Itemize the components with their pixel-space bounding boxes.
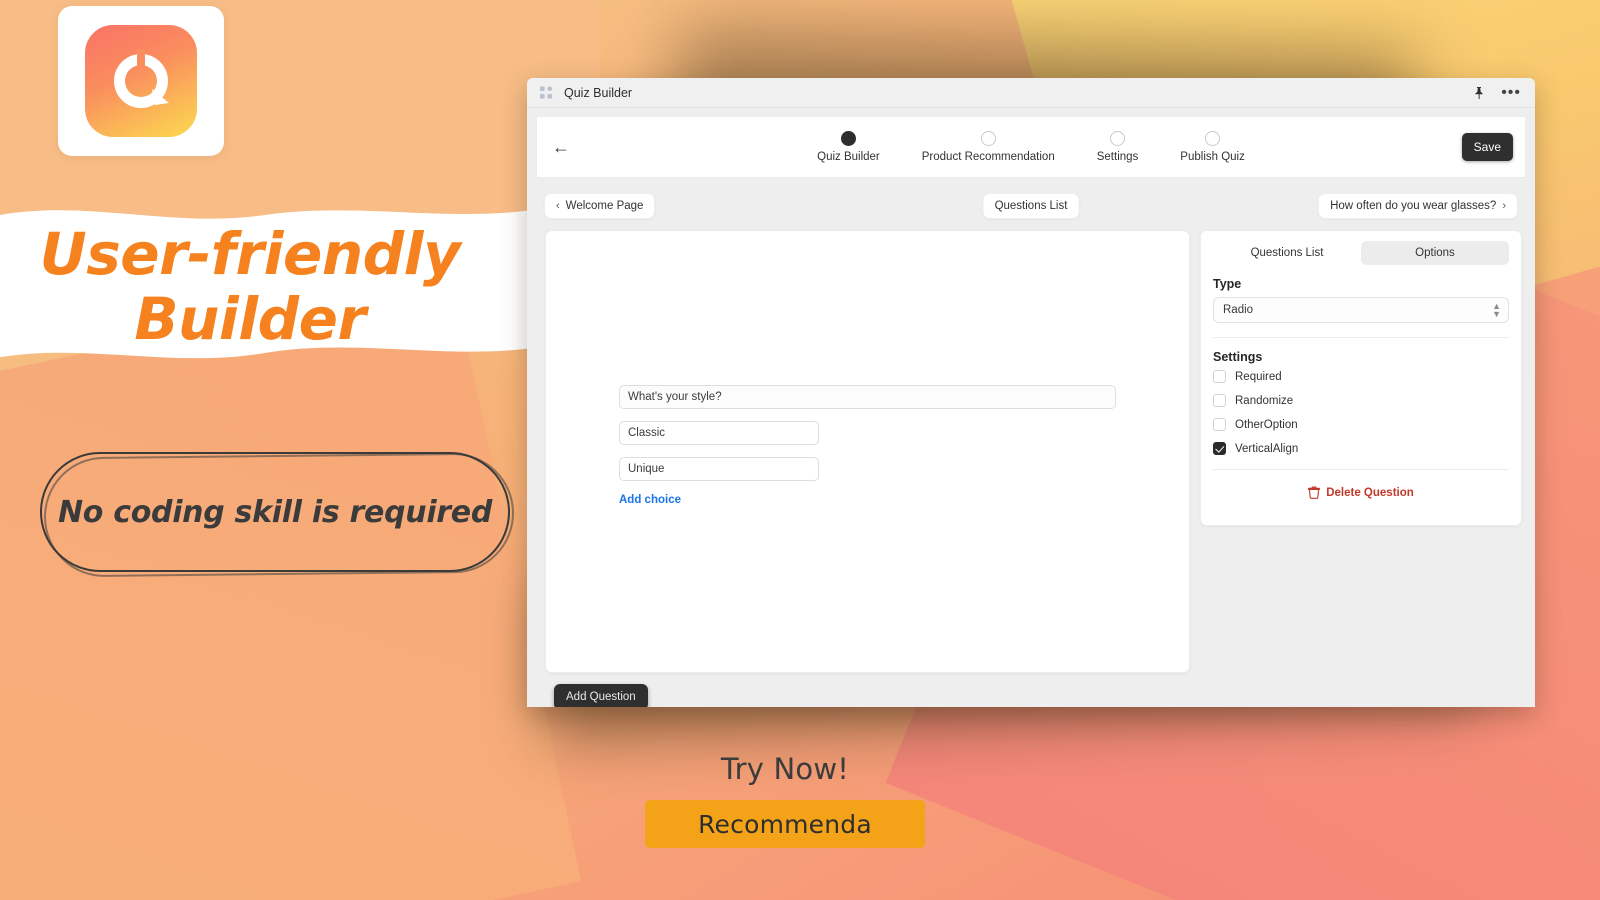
app-body: ← Quiz Builder Product Recommendation Se… (527, 108, 1535, 707)
wizard-step-quiz-builder[interactable]: Quiz Builder (817, 131, 880, 163)
builder-main: Add choice Add Question Questions List O… (536, 226, 1526, 707)
step-label: Quiz Builder (817, 151, 880, 163)
wizard-step-publish-quiz[interactable]: Publish Quiz (1180, 131, 1245, 163)
type-section-label: Type (1213, 277, 1242, 291)
chevron-left-icon: ‹ (556, 200, 560, 212)
settings-section-label: Settings (1213, 350, 1263, 364)
options-panel-tabs: Questions List Options (1213, 241, 1509, 265)
save-button[interactable]: Save (1461, 133, 1513, 161)
delete-question-button[interactable]: Delete Question (1213, 486, 1509, 499)
question-title-input[interactable] (619, 385, 1116, 409)
panel-divider-2 (1213, 469, 1509, 470)
add-question-button[interactable]: Add Question (554, 684, 648, 707)
chevron-right-icon: › (1502, 200, 1506, 212)
setting-label: VerticalAlign (1235, 442, 1299, 455)
setting-other-option[interactable]: OtherOption (1213, 418, 1509, 431)
promo-slide: User-friendly Builder No coding skill is… (0, 0, 1600, 900)
cta-title: Try Now! (720, 752, 850, 786)
cta-block: Try Now! Recommenda (645, 752, 925, 848)
setting-required[interactable]: Required (1213, 370, 1509, 383)
checkbox-vertical-align[interactable] (1213, 442, 1226, 455)
brand-logo-card (58, 6, 224, 156)
nav-next-question[interactable]: How often do you wear glasses? › (1318, 193, 1518, 219)
setting-label: Randomize (1235, 394, 1294, 407)
tab-questions-list[interactable]: Questions List (1213, 241, 1361, 265)
step-label: Publish Quiz (1180, 151, 1245, 163)
delete-question-label: Delete Question (1326, 486, 1414, 499)
step-dot-icon (1110, 131, 1126, 146)
trash-icon (1308, 486, 1321, 499)
checkbox-other-option[interactable] (1213, 418, 1226, 431)
nav-center-label: Questions List (994, 200, 1068, 212)
choice-input-2[interactable] (619, 457, 819, 481)
question-type-select[interactable]: Radio (1213, 297, 1509, 323)
wizard-step-settings[interactable]: Settings (1096, 131, 1139, 163)
choice-input-1[interactable] (619, 421, 819, 445)
add-choice-link[interactable]: Add choice (619, 494, 681, 506)
headline-line-1: User-friendly (39, 220, 461, 288)
more-options-icon[interactable]: ••• (1501, 84, 1521, 100)
setting-label: OtherOption (1235, 418, 1298, 431)
nav-prev-label: Welcome Page (565, 200, 644, 212)
type-select-wrapper: Radio ▲ ▼ (1213, 297, 1509, 323)
promo-pill-text: No coding skill is required (57, 494, 493, 530)
pin-icon[interactable] (1473, 86, 1485, 100)
quiz-logo-icon (85, 25, 197, 137)
step-dot-icon (840, 131, 856, 146)
nav-prev-welcome-page[interactable]: ‹ Welcome Page (544, 193, 656, 219)
promo-pill-outline: No coding skill is required (40, 452, 510, 572)
question-nav-row: ‹ Welcome Page Questions List How often … (536, 186, 1526, 226)
window-title: Quiz Builder (564, 85, 633, 100)
headline-line-2: Builder (134, 284, 366, 353)
wizard-step-product-recommendation[interactable]: Product Recommendation (922, 131, 1055, 163)
options-panel: Questions List Options Type Radio ▲ ▼ Set… (1200, 230, 1522, 526)
step-dot-icon (1205, 131, 1221, 146)
setting-vertical-align[interactable]: VerticalAlign (1213, 442, 1509, 455)
back-arrow-icon[interactable]: ← (549, 137, 573, 158)
apps-grid-icon (539, 86, 553, 99)
q-mark-icon (113, 49, 169, 108)
recommendation-cta-button[interactable]: Recommenda (645, 800, 925, 848)
canvas-column: Add choice Add Question (545, 230, 1190, 707)
panel-divider-1 (1213, 337, 1509, 338)
wizard-steps: Quiz Builder Product Recommendation Sett… (537, 131, 1525, 163)
nav-questions-list[interactable]: Questions List (982, 193, 1080, 219)
promo-headline: User-friendly Builder (0, 222, 500, 352)
setting-label: Required (1235, 370, 1282, 383)
window-titlebar: Quiz Builder ••• (527, 78, 1535, 108)
step-dot-icon (980, 131, 996, 146)
wizard-topbar: ← Quiz Builder Product Recommendation Se… (536, 116, 1526, 178)
checkbox-required[interactable] (1213, 370, 1226, 383)
setting-randomize[interactable]: Randomize (1213, 394, 1509, 407)
checkbox-randomize[interactable] (1213, 394, 1226, 407)
app-window: Quiz Builder ••• ← Quiz Builder Product … (527, 78, 1535, 707)
question-block: Add choice (619, 385, 1116, 508)
promo-pill: No coding skill is required (40, 452, 515, 578)
step-label: Product Recommendation (921, 151, 1055, 163)
question-canvas: Add choice (545, 230, 1190, 673)
step-label: Settings (1096, 151, 1139, 163)
nav-next-label: How often do you wear glasses? (1330, 200, 1497, 212)
tab-options[interactable]: Options (1361, 241, 1509, 265)
